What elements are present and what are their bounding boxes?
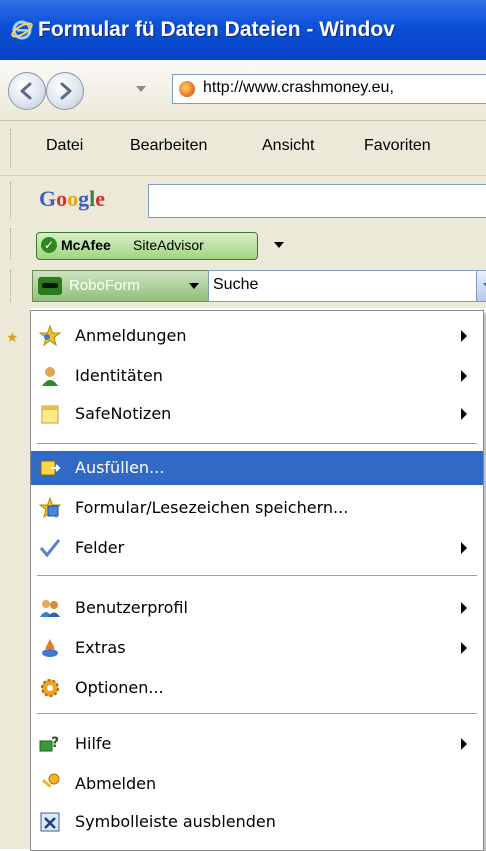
- menu-item-label: Symbolleiste ausblenden: [75, 812, 276, 831]
- menu-favoriten[interactable]: Favoriten: [364, 137, 431, 155]
- menu-item-label: Abmelden: [75, 774, 157, 793]
- menu-item-felder[interactable]: Felder: [31, 531, 483, 565]
- mcafee-dropdown-icon[interactable]: [274, 242, 284, 248]
- submenu-arrow-icon: [461, 408, 467, 420]
- menu-item-label: Hilfe: [75, 734, 112, 753]
- search-label: Suche: [213, 276, 259, 293]
- menu-separator: [37, 443, 477, 444]
- submenu-arrow-icon: [461, 602, 467, 614]
- history-dropdown-icon[interactable]: [136, 86, 146, 92]
- submenu-arrow-icon: [461, 738, 467, 750]
- address-url: http://www.crashmoney.eu,: [203, 79, 394, 96]
- toolbar-grip[interactable]: [10, 228, 13, 260]
- checkmark-icon: [39, 539, 61, 558]
- menu-item-label: Formular/Lesezeichen speichern...: [75, 498, 349, 517]
- back-arrow-icon: [20, 82, 32, 100]
- menu-item-formular-speichern[interactable]: Formular/Lesezeichen speichern...: [31, 491, 483, 525]
- toolbar-grip[interactable]: [10, 182, 13, 218]
- gear-icon: [41, 679, 59, 697]
- roboform-toolbar: RoboForm Suche: [0, 264, 486, 308]
- menu-item-identitaeten[interactable]: Identitäten: [31, 359, 483, 393]
- internet-explorer-icon: [11, 20, 33, 40]
- roboform-search-field[interactable]: Suche: [208, 270, 486, 302]
- menu-item-label: Ausfüllen...: [75, 458, 165, 477]
- submenu-arrow-icon: [461, 642, 467, 654]
- user-profile-icon: [40, 600, 60, 617]
- forward-button[interactable]: [46, 72, 84, 110]
- forward-arrow-icon: [60, 82, 72, 100]
- key-icon: [41, 773, 60, 788]
- toolbar-grip[interactable]: [10, 270, 13, 302]
- mcafee-toolbar: ✓ McAfee SiteAdvisor: [0, 224, 486, 264]
- roboform-button[interactable]: RoboForm: [32, 270, 210, 302]
- chevron-down-icon: [189, 283, 199, 289]
- search-dropdown-button[interactable]: [476, 271, 486, 301]
- navigation-bar: http://www.crashmoney.eu,: [0, 60, 486, 121]
- note-icon: [41, 405, 59, 424]
- help-icon: ?: [39, 735, 59, 752]
- mcafee-brand: McAfee: [61, 237, 111, 253]
- address-field[interactable]: http://www.crashmoney.eu,: [172, 74, 486, 104]
- menu-separator: [37, 713, 477, 714]
- site-favicon-icon: [179, 81, 195, 97]
- menu-separator: [37, 575, 477, 576]
- menu-datei[interactable]: Datei: [46, 137, 83, 155]
- mcafee-product: SiteAdvisor: [133, 237, 204, 253]
- back-button[interactable]: [8, 72, 46, 110]
- menu-item-ausfuellen[interactable]: Ausfüllen...: [31, 451, 483, 485]
- menu-item-benutzerprofil[interactable]: Benutzerprofil: [31, 591, 483, 625]
- roboform-label: RoboForm: [69, 277, 140, 294]
- menu-item-label: Anmeldungen: [75, 326, 187, 345]
- toolbar-grip[interactable]: [10, 129, 13, 167]
- roboform-menu: Anmeldungen Identitäten SafeNotizen Ausf…: [30, 310, 484, 851]
- menu-item-extras[interactable]: Extras: [31, 631, 483, 665]
- identity-person-icon: [42, 367, 58, 386]
- menu-item-label: Benutzerprofil: [75, 598, 188, 617]
- checkmark-icon: ✓: [41, 237, 57, 253]
- menu-ansicht[interactable]: Ansicht: [262, 137, 314, 155]
- submenu-arrow-icon: [461, 330, 467, 342]
- page-background: ★: [0, 308, 30, 849]
- google-logo[interactable]: Google: [39, 186, 105, 212]
- google-toolbar: Google: [0, 176, 486, 224]
- google-search-input[interactable]: [148, 184, 486, 218]
- favorites-star-icon: ★: [6, 330, 19, 346]
- menu-bar: Datei Bearbeiten Ansicht Favoriten: [0, 121, 486, 176]
- menu-item-safenotizen[interactable]: SafeNotizen: [31, 397, 483, 431]
- menu-bearbeiten[interactable]: Bearbeiten: [130, 137, 207, 155]
- menu-item-hilfe[interactable]: ? Hilfe: [31, 727, 483, 761]
- menu-item-abmelden[interactable]: Abmelden: [31, 767, 483, 801]
- window-title: Formular fü Daten Dateien - Windov: [38, 18, 395, 41]
- star-people-icon: [39, 325, 61, 347]
- menu-item-optionen[interactable]: Optionen...: [31, 671, 483, 705]
- menu-item-label: Identitäten: [75, 366, 163, 385]
- svg-text:?: ?: [51, 735, 59, 751]
- title-bar: Formular fü Daten Dateien - Windov: [0, 0, 486, 60]
- submenu-arrow-icon: [461, 370, 467, 382]
- mcafee-siteadvisor-button[interactable]: ✓ McAfee SiteAdvisor: [36, 232, 258, 260]
- menu-item-label: Extras: [75, 638, 126, 657]
- menu-item-label: Felder: [75, 538, 125, 557]
- close-toolbar-icon: [40, 812, 60, 832]
- menu-item-label: Optionen...: [75, 678, 164, 697]
- save-form-icon: [39, 497, 61, 519]
- submenu-arrow-icon: [461, 542, 467, 554]
- menu-item-label: SafeNotizen: [75, 404, 172, 423]
- menu-item-symbolleiste-ausblenden[interactable]: Symbolleiste ausblenden: [31, 805, 483, 839]
- fill-form-icon: [40, 460, 61, 476]
- roboform-robot-icon: [38, 277, 62, 295]
- menu-item-anmeldungen[interactable]: Anmeldungen: [31, 319, 483, 353]
- extras-icon: [42, 639, 58, 657]
